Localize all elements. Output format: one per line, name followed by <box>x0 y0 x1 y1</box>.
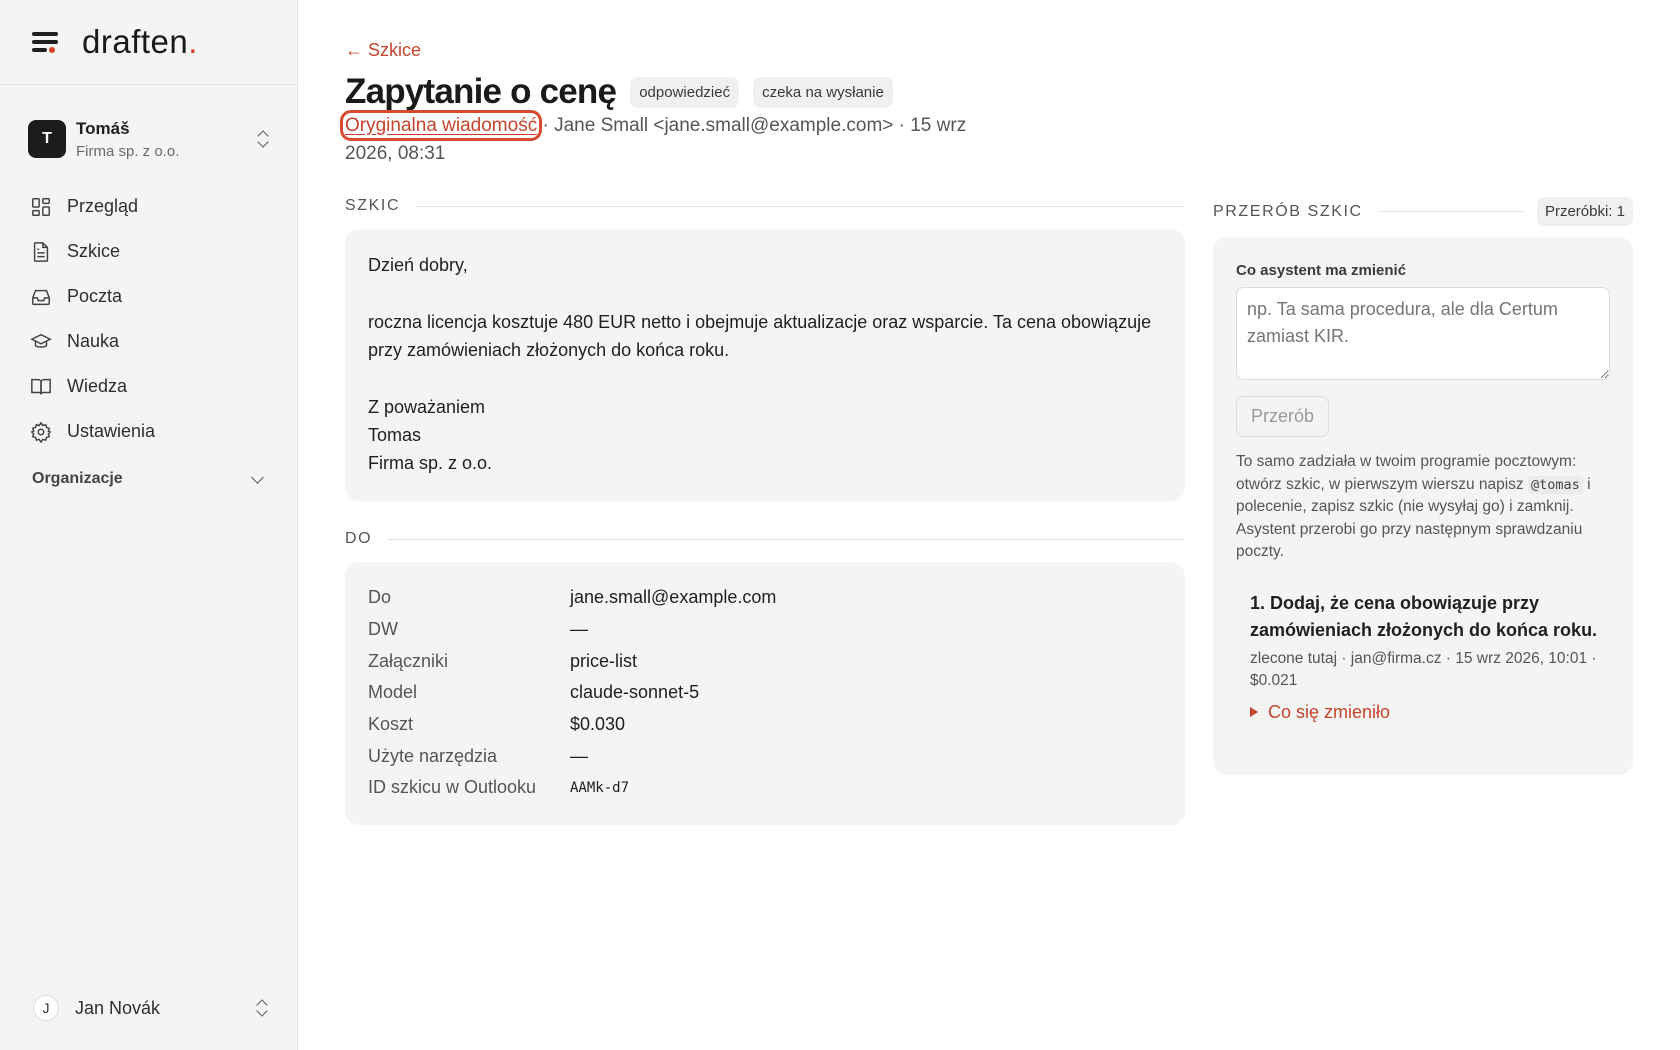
draft-signature-company: Firma sp. z o.o. <box>368 453 493 473</box>
sidebar-item-label: Poczta <box>67 286 123 306</box>
sidebar-nav: Przegląd Szkice Poczta Nauka Wiedza Usta… <box>30 184 270 454</box>
detail-row-cost: Koszt $0.030 <box>368 709 1162 741</box>
dashboard-icon <box>32 197 50 216</box>
main-content: ← Szkice Zapytanie o cenę odpowiedzieć c… <box>339 0 1680 1050</box>
organizations-toggle[interactable]: Organizacje <box>32 466 267 492</box>
gear-icon <box>30 421 52 443</box>
detail-key: Do <box>368 587 392 608</box>
detail-row-outlook-id: ID szkicu w Outlooku AAMk-d7 <box>368 772 1162 804</box>
original-message-link[interactable]: Oryginalna wiadomość <box>339 110 543 141</box>
detail-row-model: Model claude-sonnet-5 <box>368 677 1162 709</box>
sidebar-item-label: Przegląd <box>67 196 139 216</box>
sidebar-item-label: Wiedza <box>67 376 128 396</box>
sidebar-item-przeglad[interactable]: Przegląd <box>30 184 270 229</box>
organizations-label: Organizacje <box>32 470 123 487</box>
sidebar-item-ustawienia[interactable]: Ustawienia <box>30 409 270 454</box>
detail-key: ID szkicu w Outlooku <box>368 777 537 798</box>
detail-value: AAMk-d7 <box>570 779 630 796</box>
title-row: Zapytanie o cenę odpowiedzieć czeka na w… <box>345 72 907 112</box>
draft-details: Do jane.small@example.com DW — Załącznik… <box>345 562 1185 825</box>
detail-row-to: Do jane.small@example.com <box>368 582 1162 614</box>
rework-button[interactable]: Przerób <box>1236 396 1330 437</box>
org-company: Firma sp. z o.o. <box>76 142 180 160</box>
detail-key: Użyte narzędzia <box>368 745 498 766</box>
brand: draften. <box>0 0 297 85</box>
sidebar-item-nauka[interactable]: Nauka <box>30 319 270 364</box>
sidebar: draften. T Tomáš Firma sp. z o.o. Przegl… <box>0 0 298 1050</box>
detail-value: — <box>570 745 588 766</box>
draft-signature-name: Tomas <box>368 425 422 445</box>
graduation-cap-icon <box>30 333 52 348</box>
sidebar-item-wiedza[interactable]: Wiedza <box>30 364 270 409</box>
user-switcher[interactable]: J Jan Novák <box>33 993 269 1023</box>
chevron-updown-icon <box>256 129 270 149</box>
rework-history-meta: zlecone tutaj · jan@firma.cz · 15 wrz 20… <box>1250 649 1597 689</box>
book-icon <box>31 378 51 394</box>
detail-value: $0.030 <box>570 714 626 735</box>
message-meta: Oryginalna wiadomość · Jane Small <jane.… <box>339 110 985 168</box>
details-section-label: DO <box>345 530 373 547</box>
draft-body: Dzień dobry, roczna licencja kosztuje 48… <box>345 229 1185 501</box>
draft-section-label: SZKIC <box>345 197 401 214</box>
draft-section-header: SZKIC <box>345 197 1185 215</box>
rework-hint: To samo zadziała w twoim programie poczt… <box>1236 453 1591 560</box>
rework-history-item: 1. Dodaj, że cena obowiązuje przy zamówi… <box>1236 590 1610 723</box>
chevron-down-icon <box>251 470 264 484</box>
detail-key: Model <box>368 682 418 703</box>
detail-value: claude-sonnet-5 <box>570 682 700 703</box>
back-link[interactable]: ← Szkice <box>345 40 421 61</box>
rework-section-label: PRZERÓB SZKIC <box>1213 202 1363 220</box>
what-changed-toggle[interactable]: Co się zmieniło <box>1250 702 1610 723</box>
draft-closing: Z poważaniem <box>368 397 486 417</box>
divider <box>416 205 1185 207</box>
detail-value: jane.small@example.com <box>570 587 777 608</box>
menu-icon[interactable] <box>32 31 60 53</box>
inbox-icon <box>32 289 50 305</box>
details-section-header: DO <box>345 530 1185 548</box>
chevron-updown-icon <box>255 998 269 1018</box>
triangle-right-icon <box>1250 707 1258 717</box>
detail-row-tools: Użyte narzędzia — <box>368 740 1162 772</box>
rework-count-badge: Przeróbki: 1 <box>1536 197 1633 226</box>
detail-key: Koszt <box>368 714 414 735</box>
sidebar-item-poczta[interactable]: Poczta <box>30 274 270 319</box>
org-switcher[interactable]: T Tomáš Firma sp. z o.o. <box>28 118 270 160</box>
org-avatar: T <box>28 120 66 158</box>
status-badge: odpowiedzieć <box>630 76 740 108</box>
org-name: Tomáš <box>76 118 130 138</box>
detail-key: Załączniki <box>368 650 449 671</box>
status-badge: czeka na wysłanie <box>753 76 893 108</box>
divider <box>388 538 1185 540</box>
document-icon <box>33 241 49 262</box>
detail-value: price-list <box>570 650 638 671</box>
detail-value: — <box>570 619 588 640</box>
command-code: @tomas <box>1527 475 1583 494</box>
sidebar-item-label: Ustawienia <box>67 421 156 441</box>
draft-paragraph: roczna licencja kosztuje 480 EUR netto i… <box>368 312 1152 360</box>
sidebar-item-label: Nauka <box>67 331 120 351</box>
detail-row-cc: DW — <box>368 614 1162 646</box>
rework-field-label: Co asystent ma zmienić <box>1236 262 1407 279</box>
page-title: Zapytanie o cenę <box>345 72 617 111</box>
rework-instruction-input[interactable] <box>1236 287 1610 380</box>
detail-key: DW <box>368 619 398 640</box>
what-changed-label: Co się zmieniło <box>1268 701 1391 722</box>
user-name: Jan Novák <box>75 997 161 1018</box>
brand-logo[interactable]: draften. <box>82 23 198 61</box>
sidebar-item-label: Szkice <box>67 241 121 261</box>
detail-row-attachments: Załączniki price-list <box>368 645 1162 677</box>
divider <box>1378 211 1523 212</box>
rework-panel: Co asystent ma zmienić Przerób To samo z… <box>1213 237 1633 775</box>
rework-section-header: PRZERÓB SZKIC Przeróbki: 1 <box>1213 197 1633 226</box>
draft-greeting: Dzień dobry, <box>368 255 468 275</box>
avatar: J <box>33 995 59 1021</box>
rework-history-title: 1. Dodaj, że cena obowiązuje przy zamówi… <box>1250 592 1598 640</box>
sidebar-item-szkice[interactable]: Szkice <box>30 229 270 274</box>
